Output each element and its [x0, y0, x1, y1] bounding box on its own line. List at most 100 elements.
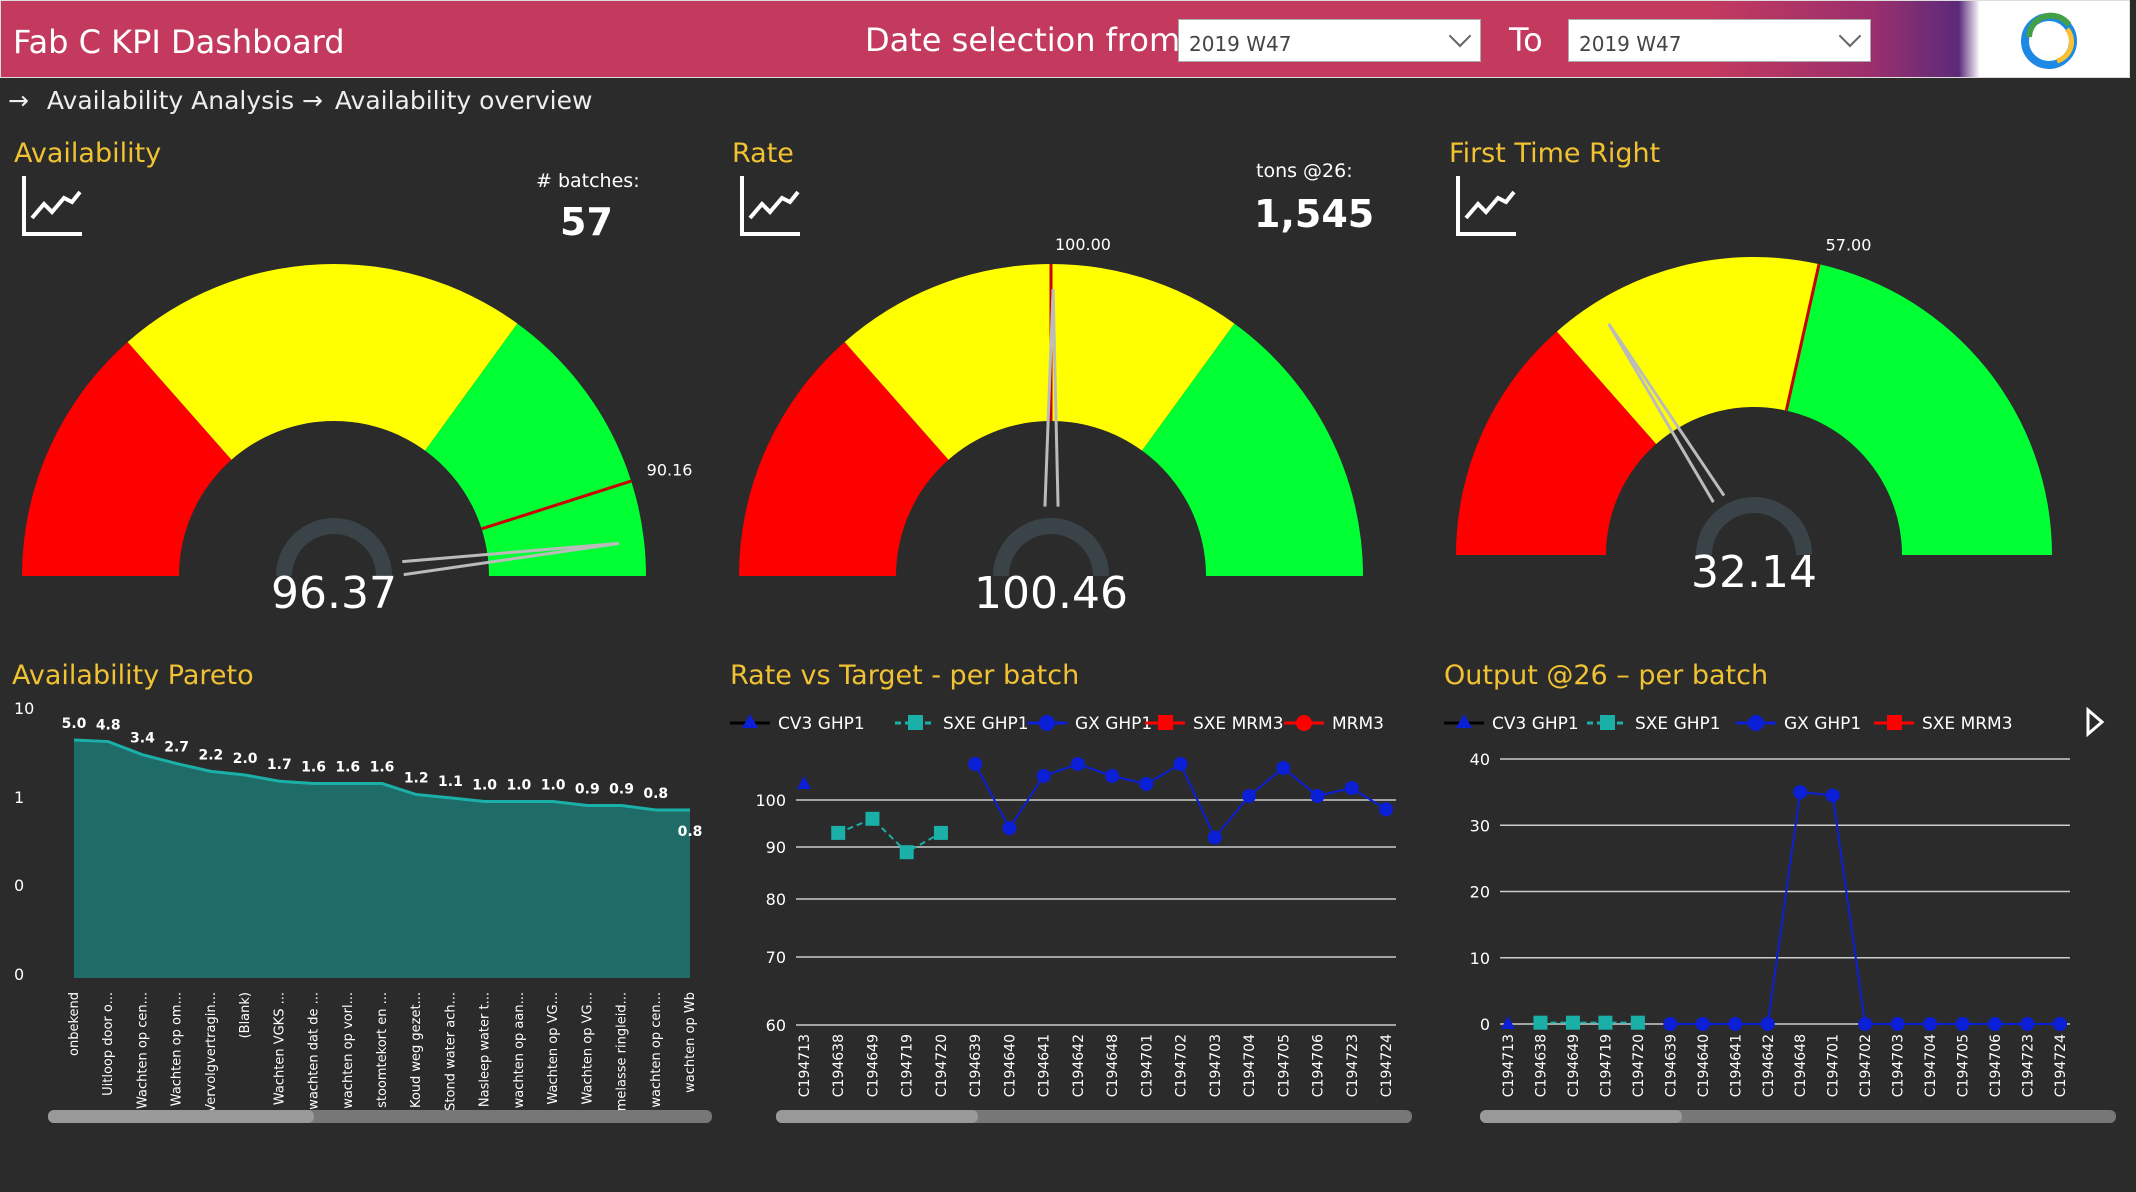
x-label: C194638: [831, 1034, 847, 1097]
legend-marker: [1600, 715, 1615, 730]
pareto-x-label: wachten op aan...: [512, 992, 527, 1108]
x-label: C194701: [1139, 1034, 1155, 1097]
data-point: [1207, 830, 1222, 845]
pareto-data-label: 1.6: [370, 760, 395, 776]
pareto-data-label: 0.8: [643, 786, 668, 802]
charts-canvas: 101005.0 4.83.42.7 2.2 2.0 1.7 1.6 1.6 1.61.2 1.…: [14, 699, 2116, 1123]
data-point: [1070, 757, 1085, 771]
data-point: [1988, 1017, 2003, 1031]
data-point: [968, 757, 983, 771]
output-scrollbar-thumb[interactable]: [1480, 1110, 1682, 1123]
y-tick: 10: [1470, 949, 1490, 968]
data-point: [865, 811, 880, 826]
legend-next-icon[interactable]: [2086, 706, 2105, 738]
pareto-data-label: 5.0: [62, 716, 87, 732]
y-tick: 100: [755, 791, 786, 810]
x-label: C194648: [1793, 1034, 1809, 1097]
output-chart: 40 30 20 10 0 C194713 C194638 C194649 C194719 C19…: [1444, 714, 2070, 1097]
pareto-data-label: 2.2: [198, 747, 223, 763]
pareto-x-label: Vervolgvertragin...: [204, 992, 219, 1113]
pareto-x-label: wachten dat de ...: [307, 992, 322, 1110]
x-label: C194702: [1174, 1034, 1190, 1097]
pareto-x-label: Wachten op VG...: [580, 992, 595, 1105]
y-tick: 0: [1480, 1015, 1490, 1034]
y-tick: 80: [766, 890, 786, 909]
data-point: [1728, 1017, 1743, 1031]
data-point: [1242, 789, 1257, 803]
pareto-x-label: stoomtekort en ...: [375, 992, 390, 1108]
x-label: C194705: [1276, 1034, 1292, 1097]
pareto-chart: 101005.0 4.83.42.7 2.2 2.0 1.7 1.6 1.6 1.61.2 1.…: [14, 699, 702, 1113]
legend-label: GX GHP1: [1075, 714, 1152, 734]
x-label: C194724: [2053, 1034, 2069, 1097]
pareto-data-label: 1.6: [335, 760, 360, 776]
y-tick: 20: [1470, 883, 1490, 902]
x-label: C194703: [1891, 1034, 1907, 1097]
pareto-data-label: 1.2: [404, 771, 429, 787]
data-point: [1760, 1017, 1775, 1031]
series-line: [1670, 791, 2060, 1025]
y-tick: 90: [766, 838, 786, 857]
data-point: [1793, 785, 1808, 800]
legend-marker: [1158, 715, 1173, 730]
data-point: [797, 776, 811, 789]
data-point: [1310, 789, 1325, 803]
data-point: [1173, 757, 1188, 771]
pareto-y-tick: 0: [14, 965, 24, 984]
x-label: C194642: [1761, 1034, 1777, 1097]
pareto-data-label: 2.0: [233, 751, 258, 767]
pareto-x-label: Wachten op VG...: [546, 992, 561, 1105]
rate-scrollbar-thumb[interactable]: [776, 1110, 978, 1123]
x-label: C194642: [1071, 1034, 1087, 1097]
x-label: C194704: [1242, 1034, 1258, 1097]
pareto-data-label: 1.0: [506, 777, 531, 793]
pareto-x-label: wachten op vorl...: [341, 992, 356, 1109]
legend-marker: [908, 715, 923, 730]
pareto-scrollbar-thumb[interactable]: [48, 1110, 314, 1123]
pareto-x-label: wachten op cen...: [649, 992, 664, 1108]
x-label: C194639: [968, 1034, 984, 1097]
legend-label: SXE MRM3: [1193, 714, 1284, 734]
legend-marker: [1039, 715, 1055, 731]
pareto-x-label: Wachten op cen...: [135, 992, 150, 1109]
x-label: C194649: [865, 1034, 881, 1097]
pareto-x-label: (Blank): [238, 992, 253, 1038]
data-point: [1565, 1015, 1580, 1030]
x-label: C194706: [1988, 1034, 2004, 1097]
data-point: [1379, 802, 1393, 817]
legend-marker: [742, 714, 758, 728]
x-label: C194640: [1002, 1034, 1018, 1097]
pareto-y-tick: 1: [14, 788, 24, 807]
x-label: C194724: [1379, 1034, 1395, 1097]
pareto-x-label: Nasleep water t...: [478, 992, 493, 1107]
data-point: [1598, 1015, 1613, 1030]
data-point: [899, 845, 914, 860]
legend-label: SXE GHP1: [1635, 714, 1721, 734]
x-label: C194641: [1037, 1034, 1053, 1097]
data-point: [1695, 1017, 1710, 1031]
legend-label: MRM3: [1332, 714, 1384, 734]
pareto-x-label: Wachten VGKS ...: [272, 992, 287, 1105]
data-point: [1002, 821, 1017, 836]
x-label: C194702: [1858, 1034, 1874, 1097]
x-label: C194640: [1696, 1034, 1712, 1097]
pareto-x-label: Koud weg gezet...: [409, 992, 424, 1108]
x-label: C194705: [1956, 1034, 1972, 1097]
x-label: C194641: [1728, 1034, 1744, 1097]
x-label: C194706: [1311, 1034, 1327, 1097]
pareto-x-label: Uitloop door o...: [101, 992, 116, 1096]
y-tick: 60: [766, 1016, 786, 1035]
data-point: [1955, 1017, 1970, 1031]
pareto-area: [74, 740, 690, 978]
x-label: C194720: [934, 1034, 950, 1097]
data-point: [1858, 1017, 1873, 1031]
data-point: [1533, 1015, 1548, 1030]
x-label: C194638: [1533, 1034, 1549, 1097]
data-point: [1923, 1017, 1938, 1031]
x-label: C194719: [900, 1034, 916, 1097]
x-label: C194720: [1631, 1034, 1647, 1097]
x-label: C194704: [1923, 1034, 1939, 1097]
pareto-data-label: 1.0: [541, 777, 566, 793]
legend-label: CV3 GHP1: [1492, 714, 1579, 734]
data-point: [1501, 1016, 1515, 1029]
